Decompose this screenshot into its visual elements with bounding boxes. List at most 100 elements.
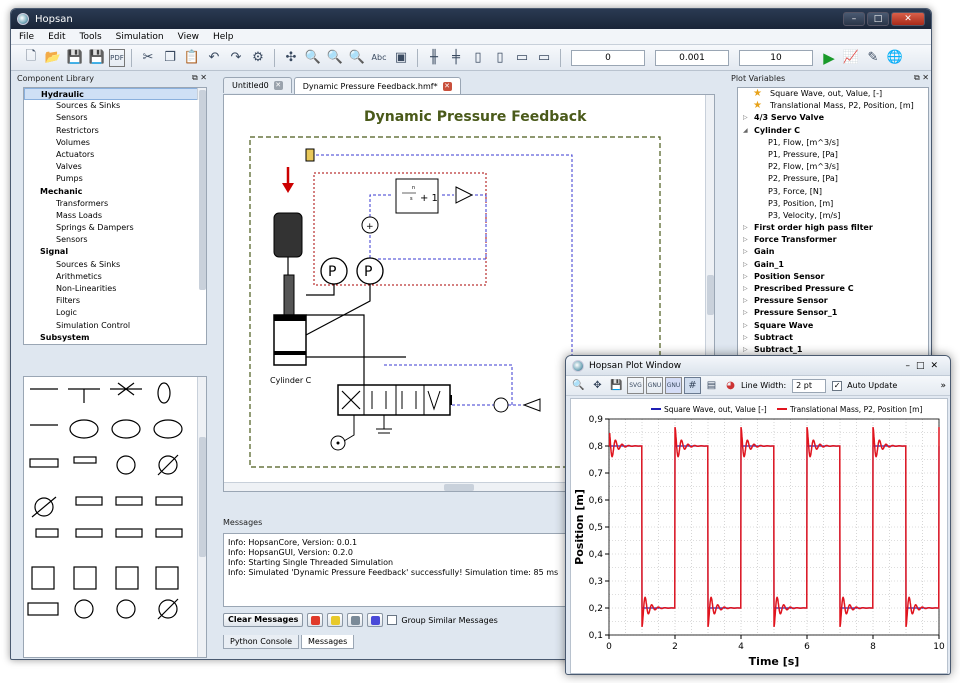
grid-toggle-icon[interactable]: # xyxy=(684,377,701,394)
save-as-icon[interactable]: 💾 xyxy=(87,48,107,68)
library-item[interactable]: Mechanic xyxy=(24,186,206,198)
toolbar-overflow-icon[interactable]: » xyxy=(940,381,946,391)
plot-variable-item[interactable]: Translational Mass, P2, Position, [m] xyxy=(738,100,928,112)
library-item[interactable]: Non-Linearities xyxy=(24,283,206,295)
align-horizontal-icon[interactable]: ╪ xyxy=(446,48,466,68)
menu-simulation[interactable]: Simulation xyxy=(116,32,164,42)
undo-icon[interactable]: ↶ xyxy=(204,48,224,68)
panel-float-close-icon[interactable]: ⧉ ✕ xyxy=(192,73,207,83)
plot-variable-item[interactable]: Square Wave, out, Value, [-] xyxy=(738,88,928,100)
library-item[interactable]: Sensors xyxy=(24,234,206,246)
library-item[interactable]: Logic xyxy=(24,307,206,319)
library-icons-scrollbar[interactable] xyxy=(197,377,206,657)
tab-close-icon[interactable]: ✕ xyxy=(273,81,283,90)
settings-gear-icon[interactable]: ⚙ xyxy=(248,48,268,68)
toggle-ports-icon[interactable]: ▣ xyxy=(391,48,411,68)
plot-variable-item[interactable]: P3, Force, [N] xyxy=(738,186,928,198)
filter-error-button[interactable] xyxy=(307,613,324,627)
library-item[interactable]: Simulation Control xyxy=(24,320,206,332)
stop-time-input[interactable]: 10 xyxy=(739,49,813,66)
python-globe-icon[interactable]: 🌐 xyxy=(885,48,905,68)
menu-file[interactable]: File xyxy=(19,32,34,42)
library-item[interactable]: Sources & Sinks xyxy=(24,100,206,112)
zoom-icon[interactable]: 🔍 xyxy=(570,377,587,394)
library-item[interactable]: Pumps xyxy=(24,173,206,185)
library-item[interactable]: Filters xyxy=(24,295,206,307)
plot-variable-item[interactable]: Cylinder C xyxy=(738,125,928,137)
plot-variable-item[interactable]: P2, Pressure, [Pa] xyxy=(738,173,928,185)
align-vertical-icon[interactable]: ╫ xyxy=(424,48,444,68)
library-tree-scrollbar[interactable] xyxy=(197,88,206,290)
group-similar-checkbox[interactable] xyxy=(387,615,398,625)
bottom-tab[interactable]: Python Console xyxy=(223,635,300,649)
tab-close-icon[interactable]: ✕ xyxy=(442,82,452,91)
library-item[interactable]: Signal xyxy=(24,246,206,258)
plot-variable-item[interactable]: First order high pass filter xyxy=(738,222,928,234)
plot-variable-item[interactable]: Gain_1 xyxy=(738,259,928,271)
plot-variable-item[interactable]: P2, Flow, [m^3/s] xyxy=(738,161,928,173)
plot-variable-item[interactable]: P3, Position, [m] xyxy=(738,198,928,210)
filter-warning-button[interactable] xyxy=(327,613,344,627)
save-plot-icon[interactable]: 💾 xyxy=(608,377,625,394)
center-view-icon[interactable]: ✣ xyxy=(281,48,301,68)
simulate-play-icon[interactable]: ▶ xyxy=(819,48,839,68)
library-item[interactable]: Hydraulic xyxy=(24,88,206,101)
library-item[interactable]: Sources & Sinks xyxy=(24,259,206,271)
cut-icon[interactable]: ✂ xyxy=(138,48,158,68)
zoom-reset-icon[interactable]: 🔍 xyxy=(303,48,323,68)
align-top-icon[interactable]: ▭ xyxy=(512,48,532,68)
close-button[interactable]: ✕ xyxy=(891,12,925,26)
save-icon[interactable]: 💾 xyxy=(65,48,85,68)
line-width-spinbox[interactable]: 2 pt xyxy=(792,378,827,393)
export-svg-icon[interactable]: SVG xyxy=(627,377,644,394)
open-plot-icon[interactable]: 📈 xyxy=(841,48,861,68)
open-folder-icon[interactable]: 📂 xyxy=(43,48,63,68)
library-item[interactable]: Subsystem xyxy=(24,332,206,344)
filter-info-button[interactable] xyxy=(367,613,384,627)
plot-variable-item[interactable]: Square Wave xyxy=(738,320,928,332)
clear-messages-button[interactable]: Clear Messages xyxy=(223,613,304,627)
align-left-icon[interactable]: ▯ xyxy=(468,48,488,68)
plot-variable-item[interactable]: Pressure Sensor xyxy=(738,295,928,307)
paste-icon[interactable]: 📋 xyxy=(182,48,202,68)
model-tab[interactable]: Dynamic Pressure Feedback.hmf* ✕ xyxy=(293,77,461,95)
start-time-input[interactable]: 0 xyxy=(571,49,645,66)
redo-icon[interactable]: ↷ xyxy=(226,48,246,68)
background-color-icon[interactable]: ▤ xyxy=(703,377,720,394)
zoom-out-icon[interactable]: 🔍 xyxy=(347,48,367,68)
plot-variable-item[interactable]: P1, Flow, [m^3/s] xyxy=(738,137,928,149)
maximize-button[interactable]: □ xyxy=(867,12,889,26)
align-bottom-icon[interactable]: ▭ xyxy=(534,48,554,68)
model-tab[interactable]: Untitled0 ✕ xyxy=(223,77,292,93)
export-gnuplot-icon[interactable]: GNU xyxy=(646,377,663,394)
minimize-button[interactable]: – xyxy=(843,12,865,26)
pan-icon[interactable]: ✥ xyxy=(589,377,606,394)
auto-update-checkbox[interactable]: ✓ xyxy=(832,380,843,391)
plot-variable-item[interactable]: Pressure Sensor_1 xyxy=(738,307,928,319)
filter-default-button[interactable] xyxy=(347,613,364,627)
menu-help[interactable]: Help xyxy=(213,32,234,42)
toggle-names-icon[interactable]: Abc xyxy=(369,48,389,68)
component-icons-svg[interactable] xyxy=(24,377,198,657)
plot-area[interactable]: 0 2 4 6 8 10 0,1 0,2 0,3 0,4 0,5 0,6 0,7 0,8 0,9 Time [… xyxy=(570,398,948,674)
plot-window-controls[interactable]: –□✕ xyxy=(905,361,944,371)
position-chart[interactable]: 0 2 4 6 8 10 0,1 0,2 0,3 0,4 0,5 0,6 0,7 0,8 0,9 Time [… xyxy=(571,399,947,673)
library-item[interactable]: Springs & Dampers xyxy=(24,222,206,234)
zoom-in-icon[interactable]: 🔍 xyxy=(325,48,345,68)
export-gnu-icon[interactable]: GNU xyxy=(665,377,682,394)
plot-variable-item[interactable]: Prescribed Pressure C xyxy=(738,283,928,295)
plot-variable-item[interactable]: P1, Pressure, [Pa] xyxy=(738,149,928,161)
plot-variable-item[interactable]: Force Transformer xyxy=(738,234,928,246)
library-item[interactable]: Valves xyxy=(24,161,206,173)
time-step-input[interactable]: 0.001 xyxy=(655,49,729,66)
plot-variable-item[interactable]: P3, Velocity, [m/s] xyxy=(738,210,928,222)
measure-probe-icon[interactable]: ✎ xyxy=(863,48,883,68)
library-item[interactable]: Actuators xyxy=(24,149,206,161)
new-icon[interactable]: 🗋 xyxy=(21,48,41,68)
plot-variable-item[interactable]: Position Sensor xyxy=(738,271,928,283)
line-color-icon[interactable]: ◕ xyxy=(722,377,739,394)
copy-icon[interactable]: ❐ xyxy=(160,48,180,68)
align-right-icon[interactable]: ▯ xyxy=(490,48,510,68)
library-item[interactable]: Mass Loads xyxy=(24,210,206,222)
library-item[interactable]: Transformers xyxy=(24,198,206,210)
